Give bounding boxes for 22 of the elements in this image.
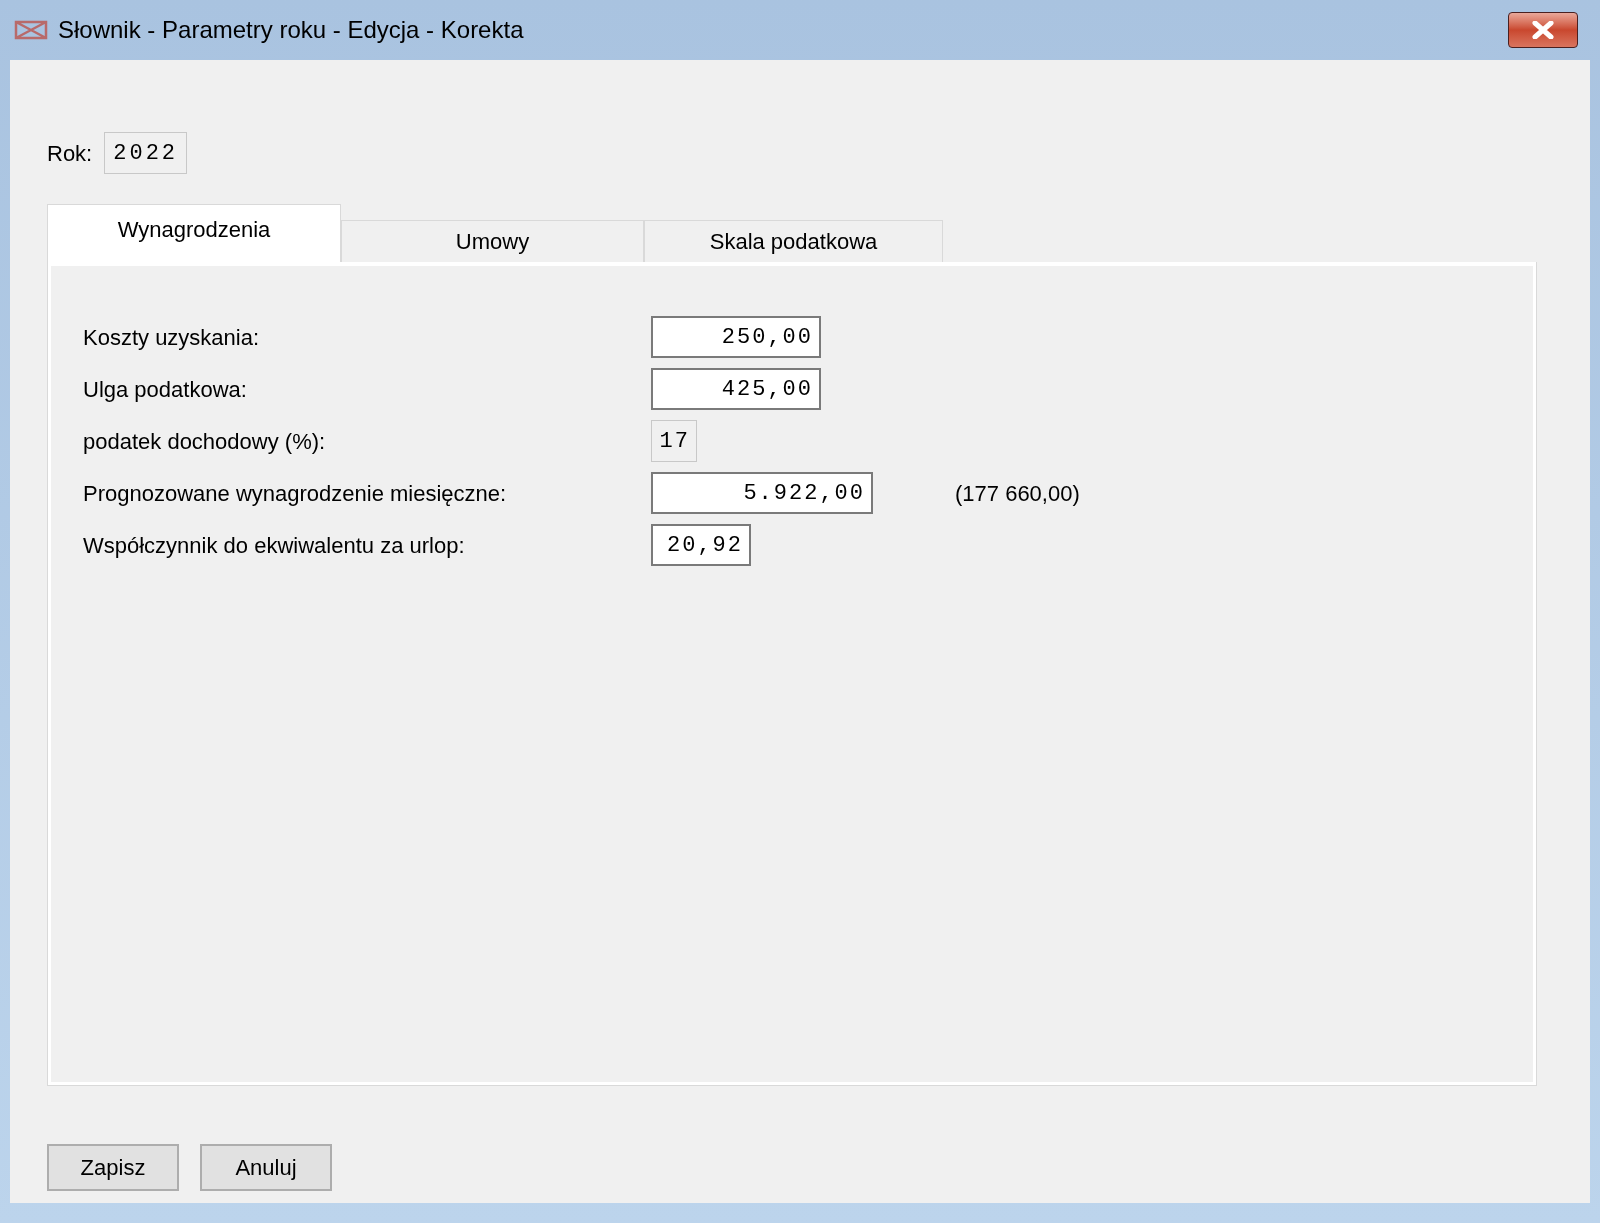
input-field[interactable]: 5.922,00 xyxy=(651,472,873,514)
field-label: Prognozowane wynagrodzenie miesięczne: xyxy=(83,479,508,508)
input-field[interactable]: 2022 xyxy=(104,132,188,174)
close-icon xyxy=(1532,21,1554,39)
tab[interactable]: Skala podatkowa xyxy=(644,220,943,262)
field-label: Ulga podatkowa: xyxy=(83,375,248,404)
field-label: Rok: xyxy=(47,139,93,168)
input-field[interactable]: 250,00 xyxy=(651,316,821,358)
input-field[interactable]: 20,92 xyxy=(651,524,751,566)
field-label: Koszty uzyskania: xyxy=(83,323,261,352)
tab[interactable]: Umowy xyxy=(341,220,644,262)
input-field[interactable]: 425,00 xyxy=(651,368,821,410)
app-icon xyxy=(14,18,48,42)
total-note: (177 660,00) xyxy=(955,479,1080,508)
window-title: Słownik - Parametry roku - Edycja - Korekta xyxy=(58,15,524,45)
field-label: podatek dochodowy (%): xyxy=(83,427,327,456)
tab[interactable]: Wynagrodzenia xyxy=(47,204,341,262)
close-button[interactable] xyxy=(1508,12,1578,48)
field-label: Współczynnik do ekwiwalentu za urlop: xyxy=(83,531,466,560)
input-field[interactable]: 17 xyxy=(651,420,697,462)
save-button[interactable]: Zapisz xyxy=(47,1144,179,1191)
cancel-button[interactable]: Anuluj xyxy=(200,1144,332,1191)
